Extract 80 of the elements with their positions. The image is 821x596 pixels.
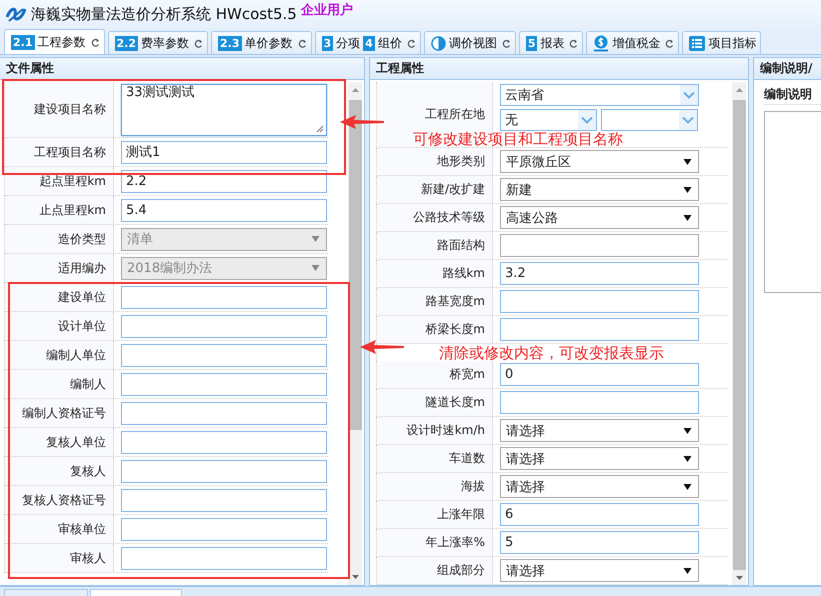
annotation-text: 清除或修改内容，可改变报表显示 (439, 344, 664, 360)
input-field[interactable]: 2.2 (121, 170, 327, 192)
tab-label: 调价视图 (448, 34, 497, 52)
field-label: 编制人单位 (46, 346, 106, 364)
dropdown[interactable]: 高速公路 (500, 206, 699, 229)
field-label: 复核人 (70, 462, 106, 480)
dropdown[interactable]: 请选择 (500, 419, 699, 442)
input-field[interactable]: 测试1 (121, 140, 327, 164)
number-badge: 2.2 (114, 36, 138, 50)
field-label: 隧道长度m (425, 394, 485, 411)
input-field[interactable]: 6 (500, 503, 699, 526)
field-label: 复核人单位 (46, 434, 106, 450)
field-label: 新建/改扩建 (420, 181, 485, 198)
panel-header: 文件属性 (0, 58, 364, 80)
field-label: 止点里程km (39, 202, 106, 218)
tab-label: 分项 (336, 34, 360, 52)
field-label: 工程所在地 (425, 106, 485, 123)
tab-label: 单价参数 (244, 34, 292, 52)
field-label: 编制人资格证号 (22, 404, 106, 422)
input-field[interactable]: 3.2 (500, 262, 699, 285)
dropdown[interactable]: 无 (500, 109, 597, 131)
tab[interactable]: 调价视图 (424, 31, 516, 54)
panel-header: 工程属性 (370, 58, 748, 80)
field-label: 适用编办 (58, 260, 106, 276)
field-label: 车道数 (449, 450, 485, 467)
annotation-text: 可修改建设项目和工程项目名称 (413, 130, 623, 148)
number-badge: 2.3 (218, 36, 242, 50)
field-label: 年上涨率% (426, 534, 485, 551)
number-badge: 5 (526, 36, 538, 50)
field-label: 公路技术等级 (413, 209, 485, 226)
input-field[interactable]: 5.4 (121, 198, 327, 222)
tab-label: 组价 (378, 34, 402, 52)
dropdown[interactable]: 请选择 (500, 447, 699, 470)
field-label: 建设项目名称 (34, 101, 106, 118)
tab[interactable]: 3 分项 4 组价 (314, 31, 421, 54)
dropdown[interactable]: 新建 (500, 178, 699, 201)
tab[interactable]: 2.1 工程参数 (4, 29, 104, 54)
tab-label: 工程参数 (38, 34, 86, 50)
tab-label: 费率参数 (141, 34, 189, 52)
field-label: 复核人资格证号 (22, 492, 106, 508)
number-badge: 4 (363, 36, 375, 50)
field-label: 审核人 (70, 550, 106, 566)
field-label: 上涨年限 (437, 506, 485, 523)
tab[interactable]: 项目指标 (682, 31, 762, 54)
tab-label: 项目指标 (708, 34, 756, 52)
dropdown[interactable]: 平原微丘区 (500, 150, 699, 173)
input-field[interactable]: 0 (500, 363, 699, 386)
field-label: 编制人 (70, 376, 106, 392)
dropdown[interactable]: 请选择 (500, 475, 699, 498)
field-label: 组成部分 (437, 562, 485, 579)
field-label: 设计单位 (58, 318, 106, 334)
tab[interactable]: 2.3 单价参数 (211, 31, 312, 54)
number-badge: 2.1 (11, 34, 34, 50)
field-label: 工程项目名称 (34, 144, 106, 160)
tab-label: 报表 (540, 34, 564, 52)
field-label: 海拔 (461, 478, 485, 495)
number-badge: 3 (322, 36, 334, 50)
field-label: 设计时速km/h (406, 422, 485, 439)
tab[interactable]: 增值税金 (586, 31, 680, 54)
edition-label: 企业用户 (300, 2, 353, 19)
dropdown[interactable]: 云南省 (500, 84, 699, 106)
field-label: 地形类别 (437, 153, 485, 170)
input-field[interactable]: 5 (500, 531, 699, 554)
tab[interactable]: 5 报表 (518, 31, 584, 54)
field-label: 起点里程km (39, 172, 106, 190)
window-title: 海巍实物量法造价分析系统 HWcost5.5 (31, 4, 297, 24)
tab[interactable]: 2.2 费率参数 (108, 31, 208, 54)
tab-label: 增值税金 (612, 34, 660, 52)
text-area[interactable]: 33测试测试 (121, 84, 327, 136)
field-label: 路基宽度m (425, 293, 485, 310)
field-label: 建设单位 (58, 288, 106, 306)
dropdown[interactable]: 请选择 (500, 559, 699, 582)
field-label: 编制说明 (764, 84, 821, 105)
field-label: 造价类型 (58, 230, 106, 248)
field-label: 桥宽m (449, 366, 485, 383)
field-label: 路线km (442, 265, 485, 282)
field-label: 桥梁长度m (425, 321, 485, 338)
field-label: 路面结构 (437, 237, 485, 254)
panel-header: 编制说明/ (754, 58, 821, 80)
field-label: 审核单位 (58, 520, 106, 538)
